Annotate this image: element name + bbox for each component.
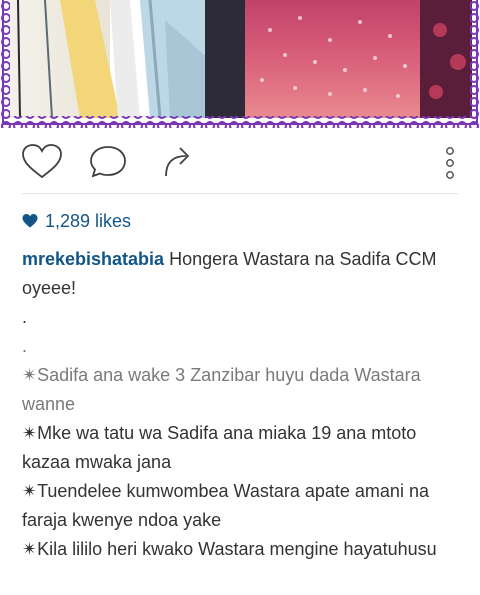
heart-outline-icon[interactable]: [20, 143, 64, 183]
caption-line: .: [22, 307, 28, 327]
post-caption: mrekebishatabia Hongera Wastara na Sadif…: [22, 245, 462, 564]
heart-icon: [22, 214, 38, 228]
caption-line: .: [22, 336, 28, 356]
divider: [22, 193, 458, 194]
username-link[interactable]: mrekebishatabia: [22, 249, 164, 269]
post-photo[interactable]: [0, 0, 480, 128]
likes-label: 1,289 likes: [45, 210, 132, 231]
caption-first-line: mrekebishatabia Hongera Wastara na Sadif…: [22, 245, 462, 303]
caption-line: ✴Mke wa tatu wa Sadifa ana miaka 19 ana …: [22, 423, 422, 472]
share-arrow-icon[interactable]: [160, 143, 204, 183]
comment-bubble-icon[interactable]: [88, 143, 132, 183]
more-options-icon[interactable]: [438, 143, 462, 183]
post-action-bar: [0, 128, 480, 194]
caption-line: ✴Tuendelee kumwombea Wastara apate amani…: [22, 481, 434, 530]
likes-count[interactable]: 1,289 likes: [22, 208, 131, 234]
caption-line: ✴Kila lililo heri kwako Wastara mengine …: [22, 539, 437, 559]
photo-illustration: [0, 0, 480, 128]
caption-line: ✴Sadifa ana wake 3 Zanzibar huyu dada Wa…: [22, 365, 426, 414]
